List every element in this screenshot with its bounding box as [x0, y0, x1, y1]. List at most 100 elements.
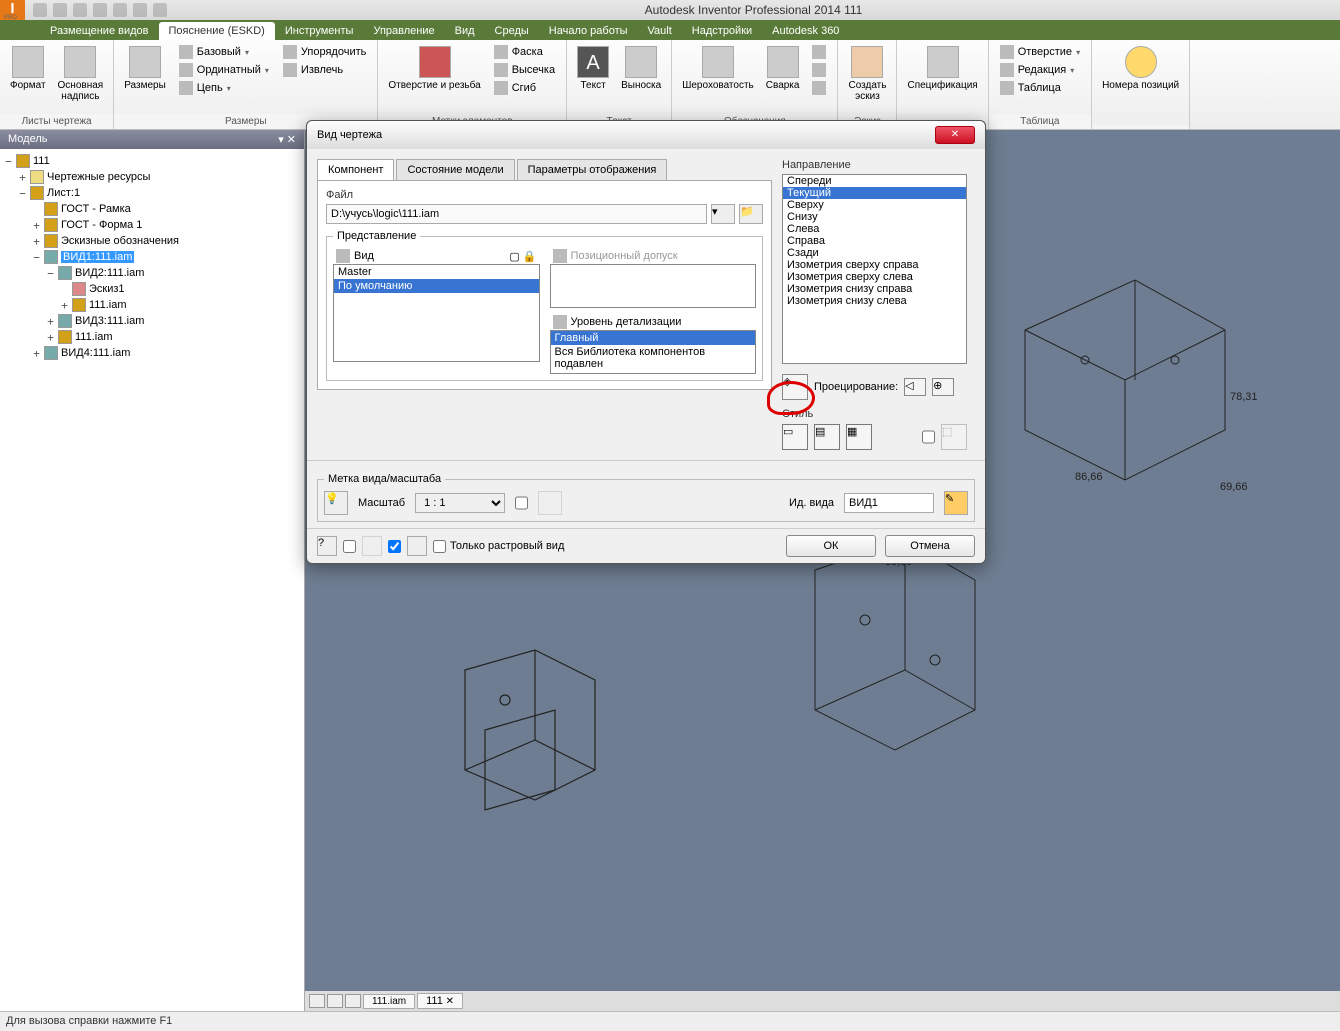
edit-label-button[interactable]: ✎	[944, 491, 968, 515]
panel-dimensions: Размеры Базовый Ординатный Цепь Упорядоч…	[114, 40, 378, 129]
style-extra[interactable]: ⬚	[941, 424, 967, 450]
list-item[interactable]: По умолчанию	[334, 279, 539, 293]
tab-environments[interactable]: Среды	[485, 22, 539, 40]
list-item[interactable]: Снизу	[783, 211, 966, 223]
weld-button[interactable]: Сварка	[764, 44, 802, 93]
hole-table-button[interactable]: Отверстие	[997, 44, 1083, 60]
tab-component[interactable]: Компонент	[317, 159, 394, 180]
cancel-button[interactable]: Отмена	[885, 535, 975, 557]
revision-button[interactable]: Редакция	[997, 62, 1083, 78]
list-item[interactable]: Изометрия снизу справа	[783, 283, 966, 295]
sheet-nav-icon[interactable]	[345, 994, 361, 1008]
leader-button[interactable]: Выноска	[619, 44, 663, 93]
tab-manage[interactable]: Управление	[363, 22, 444, 40]
tab-annotate-eskd[interactable]: Пояснение (ESKD)	[159, 22, 275, 40]
qat-new-icon[interactable]	[33, 3, 47, 17]
dialog-close-button[interactable]: ✕	[935, 126, 975, 144]
bend-button[interactable]: Сгиб	[491, 80, 558, 96]
chain-button[interactable]: Цепь	[176, 80, 272, 96]
qat-redo-icon[interactable]	[113, 3, 127, 17]
tab-place-views[interactable]: Размещение видов	[40, 22, 159, 40]
model-tree[interactable]: −111 +Чертежные ресурсы −Лист:1 ГОСТ - Р…	[0, 149, 304, 365]
list-item[interactable]: Изометрия сверху справа	[783, 259, 966, 271]
sheet-nav-icon[interactable]	[309, 994, 325, 1008]
opt2-check[interactable]	[388, 540, 401, 553]
list-item[interactable]: Главный	[551, 331, 756, 345]
browser-close-icon[interactable]: ▾ ✕	[278, 133, 296, 146]
sheet-tab-1[interactable]: 111.iam	[363, 994, 415, 1009]
baseline-button[interactable]: Базовый	[176, 44, 272, 60]
create-sketch-button[interactable]: Создать эскиз	[846, 44, 888, 104]
view-list[interactable]: Master По умолчанию	[333, 264, 540, 362]
ok-button[interactable]: ОК	[786, 535, 876, 557]
hole-thread-button[interactable]: Отверстие и резьба	[386, 44, 482, 93]
sym3-button[interactable]	[809, 80, 829, 96]
list-item[interactable]: Вся Библиотека компонентов подавлен	[551, 345, 756, 371]
balloon-button[interactable]: Номера позиций	[1100, 44, 1181, 93]
sheet-tab-2[interactable]: 111 ✕	[417, 993, 463, 1009]
tab-view[interactable]: Вид	[445, 22, 485, 40]
direction-list[interactable]: Спереди Текущий Сверху Снизу Слева Справ…	[782, 174, 967, 364]
tree-view1[interactable]: −ВИД1:111.iam	[4, 249, 300, 265]
style-check[interactable]	[922, 424, 935, 450]
scale-toggle-icon[interactable]: 💡	[324, 491, 348, 515]
opt1-icon	[362, 536, 382, 556]
list-item[interactable]: Master	[334, 265, 539, 279]
text-button[interactable]: AТекст	[575, 44, 611, 93]
projection-third-angle[interactable]: ⊕	[932, 378, 954, 396]
arrange-button[interactable]: Упорядочить	[280, 44, 369, 60]
sym2-button[interactable]	[809, 62, 829, 78]
tab-model-state[interactable]: Состояние модели	[396, 159, 514, 180]
list-item[interactable]: Справа	[783, 235, 966, 247]
list-item[interactable]: Изометрия сверху слева	[783, 271, 966, 283]
style-shaded[interactable]: ▦	[846, 424, 872, 450]
sym1-button[interactable]	[809, 44, 829, 60]
format-button[interactable]: Формат	[8, 44, 48, 93]
roughness-button[interactable]: Шероховатость	[680, 44, 756, 93]
sheet-nav-icon[interactable]	[327, 994, 343, 1008]
file-input[interactable]	[326, 204, 707, 224]
list-item[interactable]: Сзади	[783, 247, 966, 259]
ordinate-button[interactable]: Ординатный	[176, 62, 272, 78]
dialog-title-bar[interactable]: Вид чертежа ✕	[307, 121, 985, 149]
viewid-input[interactable]	[844, 493, 934, 513]
qat-undo-icon[interactable]	[93, 3, 107, 17]
qat-open-icon[interactable]	[53, 3, 67, 17]
qat-more-icon[interactable]	[153, 3, 167, 17]
scale-select[interactable]: 1 : 1	[415, 493, 505, 513]
retrieve-button[interactable]: Извлечь	[280, 62, 369, 78]
list-item[interactable]: Спереди	[783, 175, 966, 187]
dialog-title: Вид чертежа	[317, 129, 382, 141]
file-browse-button[interactable]: 📁	[739, 204, 763, 224]
qat-print-icon[interactable]	[133, 3, 147, 17]
projection-first-angle[interactable]: ◁	[904, 378, 926, 396]
scale-opt-icon[interactable]	[538, 491, 562, 515]
opt1-check[interactable]	[343, 540, 356, 553]
tab-display-options[interactable]: Параметры отображения	[517, 159, 668, 180]
table-button[interactable]: Таблица	[997, 80, 1083, 96]
help-button[interactable]: ?	[317, 536, 337, 556]
tab-vault[interactable]: Vault	[638, 22, 682, 40]
list-item[interactable]: Сверху	[783, 199, 966, 211]
punch-button[interactable]: Высечка	[491, 62, 558, 78]
list-item[interactable]: Изометрия снизу слева	[783, 295, 966, 307]
list-item[interactable]: Слева	[783, 223, 966, 235]
chamfer-button[interactable]: Фаска	[491, 44, 558, 60]
positional-list[interactable]	[550, 264, 757, 308]
raster-only-check[interactable]: Только растровый вид	[433, 540, 564, 553]
tab-a360[interactable]: Autodesk 360	[762, 22, 849, 40]
style-hidden-on[interactable]: ▤	[814, 424, 840, 450]
titleblock-button[interactable]: Основная надпись	[56, 44, 106, 104]
list-item[interactable]: Текущий	[783, 187, 966, 199]
lod-list[interactable]: Главный Вся Библиотека компонентов подав…	[550, 330, 757, 374]
tab-addins[interactable]: Надстройки	[682, 22, 762, 40]
style-hidden-off[interactable]: ▭	[782, 424, 808, 450]
qat-save-icon[interactable]	[73, 3, 87, 17]
spec-button[interactable]: Спецификация	[905, 44, 979, 93]
file-dropdown-icon[interactable]: ▾	[711, 204, 735, 224]
viewcube-button[interactable]: ◈	[782, 374, 808, 400]
tab-tools[interactable]: Инструменты	[275, 22, 364, 40]
tab-getstarted[interactable]: Начало работы	[539, 22, 638, 40]
dimension-button[interactable]: Размеры	[122, 44, 168, 93]
scale-check[interactable]	[515, 493, 528, 513]
